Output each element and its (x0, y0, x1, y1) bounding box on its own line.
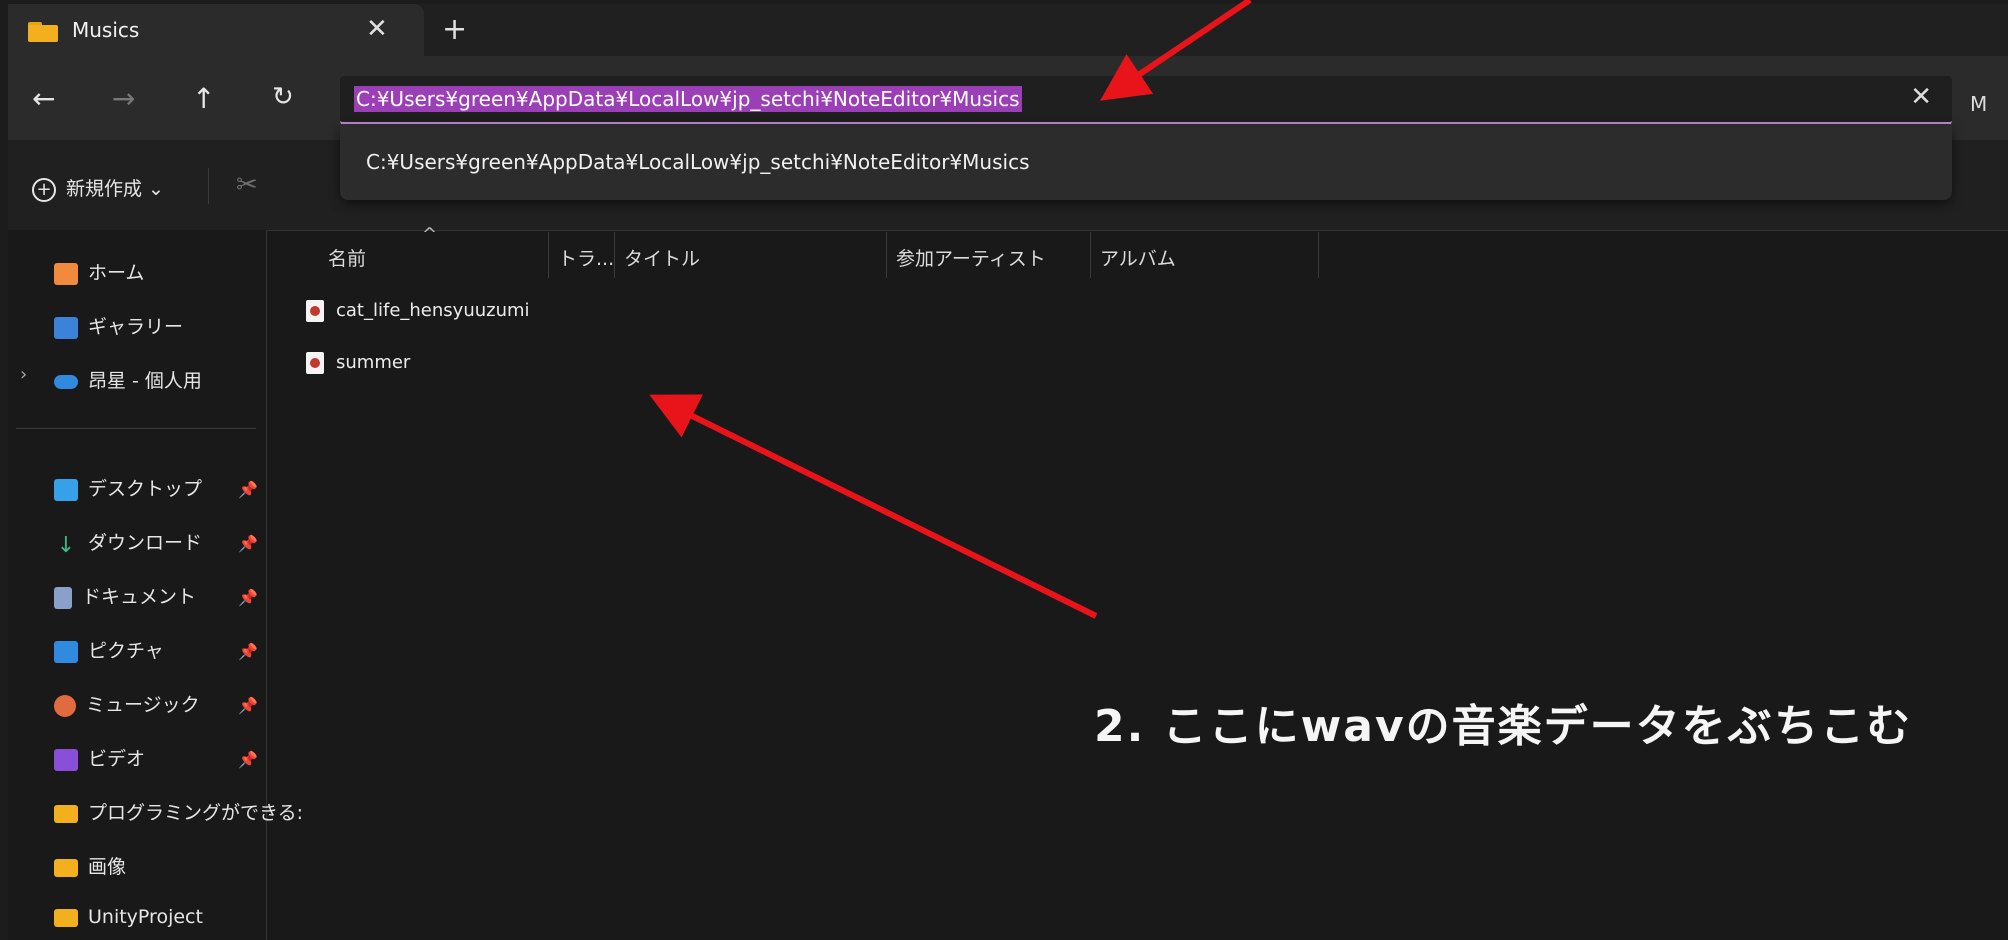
annotation-arrows (649, 0, 1252, 619)
arrow-to-address-bar (1100, 0, 1252, 101)
arrow-to-file-list (649, 394, 1098, 619)
